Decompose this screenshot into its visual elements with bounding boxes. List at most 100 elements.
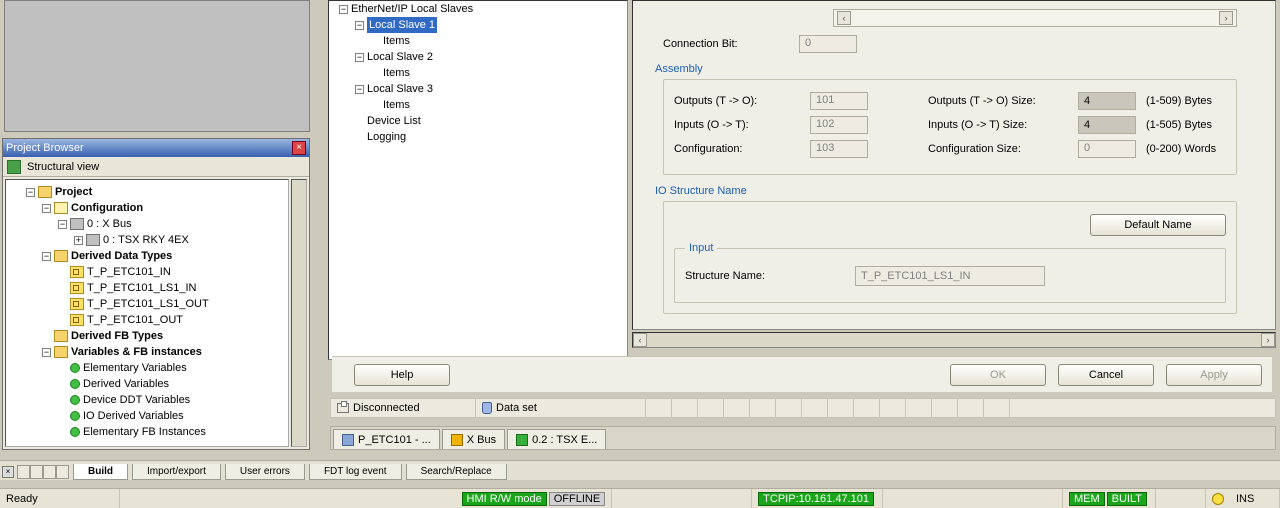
inputs-size-input[interactable]: [1078, 116, 1136, 134]
tree-slave-3[interactable]: Local Slave 3: [367, 81, 433, 97]
folder-icon: [54, 330, 68, 342]
tab-tsx[interactable]: 0.2 : TSX E...: [507, 429, 606, 449]
apply-button[interactable]: Apply: [1166, 364, 1262, 386]
tree-rky[interactable]: 0 : TSX RKY 4EX: [103, 232, 189, 248]
tree-ddt-item[interactable]: T_P_ETC101_LS1_IN: [87, 280, 196, 296]
tab-xbus[interactable]: X Bus: [442, 429, 505, 449]
cancel-button[interactable]: Cancel: [1058, 364, 1154, 386]
status-bar: Ready HMI R/W modeOFFLINE TCPIP:10.161.4…: [0, 488, 1280, 508]
tree-var-item[interactable]: IO Derived Variables: [83, 408, 184, 424]
properties-panel: ‹ › Connection Bit: 0 Assembly Outputs (…: [632, 0, 1276, 330]
tree-var-item[interactable]: Elementary FB Instances: [83, 424, 206, 440]
bulb-icon: [1212, 493, 1224, 505]
folder-open-icon: [54, 202, 68, 214]
tree-var-item[interactable]: Device DDT Variables: [83, 392, 190, 408]
tree-vars[interactable]: Variables & FB instances: [71, 344, 202, 360]
status-built: BUILT: [1107, 492, 1147, 506]
tab-label: 0.2 : TSX E...: [532, 434, 597, 446]
io-struct-group: Default Name Input Structure Name:: [663, 201, 1237, 314]
nav-prev-icon[interactable]: [30, 465, 43, 479]
tree-dfb[interactable]: Derived FB Types: [71, 328, 163, 344]
close-output-icon[interactable]: ×: [2, 466, 14, 478]
tree-slave-3-items[interactable]: Items: [383, 97, 410, 113]
config-size-value: 0: [1078, 140, 1136, 158]
tab-label: X Bus: [467, 434, 496, 446]
scroll-left-icon[interactable]: ‹: [837, 11, 851, 25]
nav-first-icon[interactable]: [17, 465, 30, 479]
out-tab-build[interactable]: Build: [73, 464, 128, 480]
out-tab-fdt[interactable]: FDT log event: [309, 464, 402, 480]
tree-slave-2-items[interactable]: Items: [383, 65, 410, 81]
document-tabs: P_ETC101 - ... X Bus 0.2 : TSX E...: [330, 426, 1276, 450]
out-tab-search[interactable]: Search/Replace: [406, 464, 507, 480]
collapse-icon[interactable]: −: [26, 188, 35, 197]
collapse-icon[interactable]: −: [42, 204, 51, 213]
struct-name-input[interactable]: [855, 266, 1045, 286]
inputs-value: 102: [810, 116, 868, 134]
project-browser-titlebar[interactable]: Project Browser ×: [3, 139, 309, 157]
config-size-range: (0-200) Words: [1146, 143, 1216, 155]
tree-logging[interactable]: Logging: [367, 129, 406, 145]
tree-xbus[interactable]: 0 : X Bus: [87, 216, 132, 232]
tree-project[interactable]: Project: [55, 184, 92, 200]
ok-button[interactable]: OK: [950, 364, 1046, 386]
nav-last-icon[interactable]: [56, 465, 69, 479]
outputs-size-input[interactable]: [1078, 92, 1136, 110]
outputs-size-label: Outputs (T -> O) Size:: [928, 95, 1078, 107]
tree-device-list[interactable]: Device List: [367, 113, 421, 129]
scroll-left-icon[interactable]: ‹: [633, 333, 647, 347]
config-label: Configuration:: [674, 143, 810, 155]
collapse-icon[interactable]: −: [355, 53, 364, 62]
tree-var-item[interactable]: Derived Variables: [83, 376, 169, 392]
close-icon[interactable]: ×: [292, 141, 306, 155]
project-browser-tree[interactable]: −Project −Configuration −0 : X Bus +0 : …: [5, 179, 289, 447]
dialog-button-bar: Help OK Cancel Apply: [332, 356, 1272, 392]
scroll-right-icon[interactable]: ›: [1219, 11, 1233, 25]
tree-ddt-item[interactable]: T_P_ETC101_IN: [87, 264, 171, 280]
tree-var-item[interactable]: Elementary Variables: [83, 360, 187, 376]
default-name-button[interactable]: Default Name: [1090, 214, 1226, 236]
type-icon: [70, 314, 84, 326]
status-ins: INS: [1230, 489, 1280, 508]
tree-ddt-item[interactable]: T_P_ETC101_OUT: [87, 312, 183, 328]
disconnected-icon: [337, 403, 349, 413]
variable-icon: [70, 379, 80, 389]
dataset-icon: [482, 402, 492, 414]
connection-status-bar: Disconnected Data set: [330, 398, 1276, 418]
dataset-label: Data set: [496, 402, 537, 414]
out-tab-import[interactable]: Import/export: [132, 464, 221, 480]
project-browser-window: Project Browser × Structural view −Proje…: [2, 138, 310, 450]
tree-ddt[interactable]: Derived Data Types: [71, 248, 172, 264]
tree-enip-root[interactable]: EtherNet/IP Local Slaves: [351, 1, 473, 17]
tab-p-etc101[interactable]: P_ETC101 - ...: [333, 429, 440, 449]
status-tcpip: TCPIP:10.161.47.101: [758, 492, 874, 506]
collapse-icon[interactable]: −: [339, 5, 348, 14]
device-tree[interactable]: −EtherNet/IP Local Slaves −Local Slave 1…: [328, 0, 628, 360]
help-button[interactable]: Help: [354, 364, 450, 386]
scrollbar-vertical[interactable]: [291, 179, 307, 447]
type-icon: [70, 282, 84, 294]
disconnected-label: Disconnected: [353, 402, 420, 414]
tree-ddt-item[interactable]: T_P_ETC101_LS1_OUT: [87, 296, 209, 312]
form-hscroll[interactable]: ‹ ›: [632, 332, 1276, 348]
project-browser-title: Project Browser: [6, 142, 292, 154]
nav-next-icon[interactable]: [43, 465, 56, 479]
expand-icon[interactable]: +: [74, 236, 83, 245]
tree-slave-1[interactable]: Local Slave 1: [367, 17, 437, 33]
out-tab-errors[interactable]: User errors: [225, 464, 305, 480]
tab-label: P_ETC101 - ...: [358, 434, 431, 446]
tree-slave-2[interactable]: Local Slave 2: [367, 49, 433, 65]
inputs-size-label: Inputs (O -> T) Size:: [928, 119, 1078, 131]
config-size-label: Configuration Size:: [928, 143, 1078, 155]
collapse-icon[interactable]: −: [42, 348, 51, 357]
scroll-right-icon[interactable]: ›: [1261, 333, 1275, 347]
tree-configuration[interactable]: Configuration: [71, 200, 143, 216]
collapse-icon[interactable]: −: [355, 85, 364, 94]
tree-slave-1-items[interactable]: Items: [383, 33, 410, 49]
structural-view-label: Structural view: [27, 161, 99, 173]
collapse-icon[interactable]: −: [355, 21, 364, 30]
inner-hscroll[interactable]: ‹ ›: [833, 9, 1237, 27]
collapse-icon[interactable]: −: [58, 220, 67, 229]
config-value: 103: [810, 140, 868, 158]
collapse-icon[interactable]: −: [42, 252, 51, 261]
